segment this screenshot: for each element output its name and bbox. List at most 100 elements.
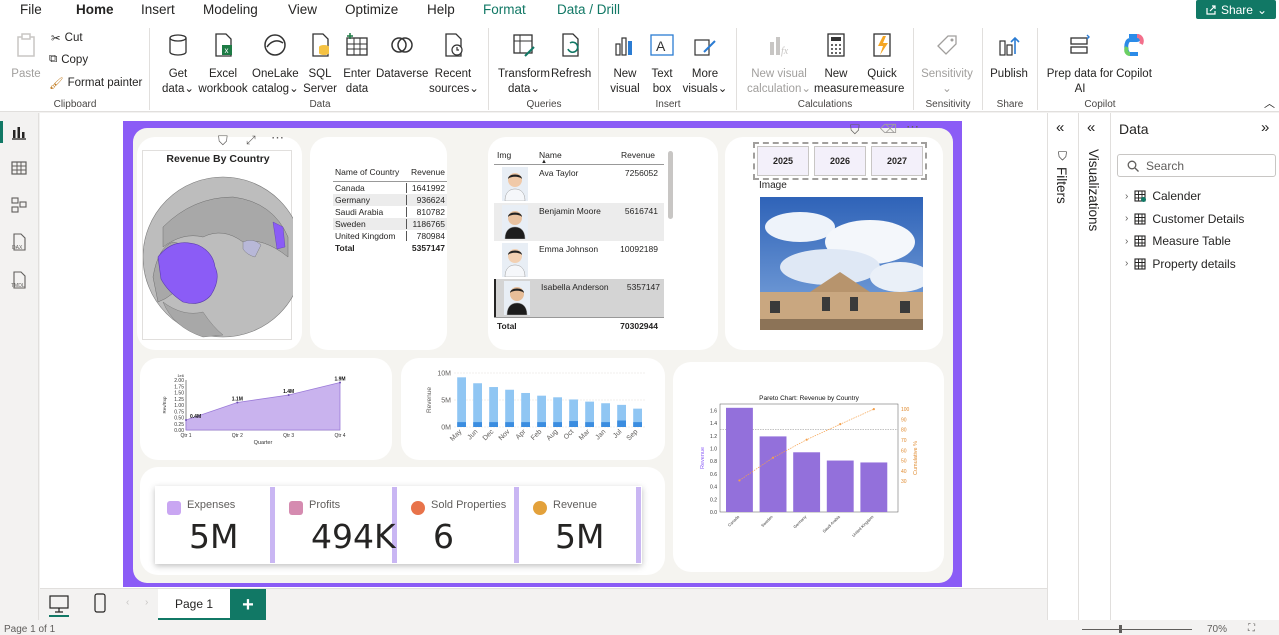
chevron-right-icon[interactable]: › <box>1125 258 1128 269</box>
new-measure-button[interactable]: New measure <box>814 32 859 97</box>
chevron-right-icon[interactable]: › <box>1125 236 1128 247</box>
data-search-input[interactable]: Search <box>1117 154 1276 177</box>
menu-home[interactable]: Home <box>76 2 114 24</box>
bar-highlight[interactable] <box>489 422 498 427</box>
sensitivity-button[interactable]: Sensitivity ⌄ <box>920 32 974 97</box>
bar-highlight[interactable] <box>569 421 578 427</box>
bar[interactable] <box>521 392 530 427</box>
focus-mode-icon[interactable]: ⤢ <box>246 133 256 148</box>
menu-optimize[interactable]: Optimize <box>345 2 398 17</box>
paste-button[interactable]: Paste <box>10 32 42 82</box>
pareto-bar[interactable] <box>759 436 787 512</box>
eraser-icon[interactable]: ⌫ <box>880 122 897 136</box>
year-option[interactable]: 2025 <box>757 146 809 176</box>
bar-highlight[interactable] <box>633 422 642 427</box>
menu-modeling[interactable]: Modeling <box>203 2 258 17</box>
bar[interactable] <box>505 389 514 427</box>
share-button[interactable]: Share ⌄ <box>1196 0 1276 19</box>
format-painter-button[interactable]: 🖌 Format painter <box>49 76 142 90</box>
table-row[interactable]: Isabella Anderson 5357147 <box>494 279 664 317</box>
page-tab-1[interactable]: Page 1 <box>158 589 230 621</box>
zoom-slider-thumb[interactable] <box>1119 625 1122 633</box>
more-options-icon[interactable]: ⋯ <box>271 130 284 146</box>
chevron-right-icon[interactable]: › <box>1125 213 1128 224</box>
new-visual-button[interactable]: New visual <box>608 32 642 97</box>
menu-data-drill[interactable]: Data / Drill <box>557 2 620 17</box>
data-table-item[interactable]: › Customer Details <box>1125 212 1244 226</box>
year-option[interactable]: 2027 <box>871 146 923 176</box>
bar-highlight[interactable] <box>537 422 546 427</box>
bar-highlight[interactable] <box>505 422 514 427</box>
transform-data-button[interactable]: Transform data⌄ <box>497 32 551 97</box>
fit-to-page-icon[interactable]: ⛶ <box>1248 623 1255 634</box>
new-visual-calculation-button[interactable]: fx New visual calculation⌄ <box>744 32 814 97</box>
col-header-country[interactable]: Name of Country <box>333 167 407 177</box>
table-scrollbar[interactable] <box>668 151 673 219</box>
menu-help[interactable]: Help <box>427 2 455 17</box>
pareto-bar[interactable] <box>826 460 854 512</box>
chevron-left-icon[interactable]: ‹ <box>126 597 129 608</box>
menu-view[interactable]: View <box>288 2 317 17</box>
filter-icon[interactable]: ⛉ <box>850 122 860 138</box>
more-visuals-button[interactable]: More visuals⌄ <box>682 32 728 97</box>
filters-label[interactable]: Filters <box>1054 167 1069 204</box>
bar[interactable] <box>489 387 498 427</box>
bar-highlight[interactable] <box>521 422 530 427</box>
table-row[interactable]: Sweden 1186765 <box>333 218 447 230</box>
table-row[interactable]: Benjamin Moore 5616741 <box>494 203 664 241</box>
publish-button[interactable]: Publish <box>989 32 1029 82</box>
dax-query-view-icon[interactable]: DAX <box>10 233 28 251</box>
data-table-item[interactable]: › Property details <box>1125 257 1236 271</box>
cut-button[interactable]: ✂ Cut <box>51 31 83 45</box>
excel-workbook-button[interactable]: x Excel workbook <box>198 32 248 97</box>
table-view-icon[interactable] <box>10 159 28 177</box>
collapse-visualizations-icon[interactable]: « <box>1087 119 1095 136</box>
bar-highlight[interactable] <box>553 422 562 427</box>
table-row[interactable]: United Kingdom 780984 <box>333 230 447 242</box>
col-header-name[interactable]: Name <box>539 150 614 160</box>
copilot-button[interactable]: Copilot <box>1114 32 1154 82</box>
desktop-layout-icon[interactable] <box>49 595 69 613</box>
chevron-right-icon[interactable]: › <box>1125 191 1128 202</box>
table-row[interactable]: Ava Taylor 7256052 <box>494 165 664 203</box>
data-table-item[interactable]: › Calender <box>1125 189 1201 203</box>
bar-highlight[interactable] <box>617 420 626 427</box>
tmdl-view-icon[interactable]: TMDL <box>10 271 28 289</box>
model-view-icon[interactable] <box>10 196 28 214</box>
mobile-layout-icon[interactable] <box>94 593 106 613</box>
quick-measure-button[interactable]: Quick measure <box>859 32 905 97</box>
chevron-right-icon[interactable]: › <box>145 597 148 608</box>
get-data-button[interactable]: Get data⌄ <box>160 32 196 97</box>
collapse-ribbon-icon[interactable]: ︿ <box>1264 95 1275 111</box>
kpi-tile[interactable]: Expenses 5M <box>157 487 275 563</box>
recent-sources-button[interactable]: Recent sources⌄ <box>429 32 479 97</box>
bar[interactable] <box>473 383 482 427</box>
table-row[interactable]: Emma Johnson 10092189 <box>494 241 664 279</box>
text-box-button[interactable]: A Text box <box>646 32 678 97</box>
kpi-tile[interactable]: Revenue 5M <box>523 487 641 563</box>
pareto-bar[interactable] <box>726 407 753 512</box>
data-table-item[interactable]: › Measure Table <box>1125 234 1231 248</box>
col-header-revenue[interactable]: Revenue <box>407 167 445 177</box>
visualizations-label[interactable]: Visualizations <box>1086 149 1101 231</box>
agent-table[interactable]: Img Name Revenue ▲ Ava Taylor 7256052 Benj… <box>494 150 664 331</box>
dataverse-button[interactable]: Dataverse <box>376 32 428 82</box>
bar-highlight[interactable] <box>585 422 594 427</box>
refresh-button[interactable]: Refresh <box>551 32 591 82</box>
table-row[interactable]: Germany 936624 <box>333 194 447 206</box>
add-page-button[interactable]: + <box>230 589 266 621</box>
bar-highlight[interactable] <box>601 422 610 427</box>
copy-button[interactable]: ⧉ Copy <box>49 53 88 66</box>
pareto-bar[interactable] <box>793 452 821 512</box>
map-visual[interactable]: Revenue By Country <box>142 150 293 340</box>
col-header-img[interactable]: Img <box>494 150 539 160</box>
prep-data-ai-button[interactable]: Prep data for AI <box>1045 32 1115 97</box>
country-table[interactable]: Name of Country Revenue Canada 1641992 Ger… <box>333 167 447 253</box>
bar[interactable] <box>457 377 466 427</box>
bar-highlight[interactable] <box>473 422 482 427</box>
col-header-agent-revenue[interactable]: Revenue <box>614 150 662 160</box>
more-options-icon[interactable]: ⋯ <box>906 119 919 135</box>
expand-data-icon[interactable]: » <box>1261 119 1269 136</box>
onelake-catalog-button[interactable]: OneLake catalog⌄ <box>252 32 299 97</box>
sql-server-button[interactable]: SQL Server <box>303 32 337 97</box>
